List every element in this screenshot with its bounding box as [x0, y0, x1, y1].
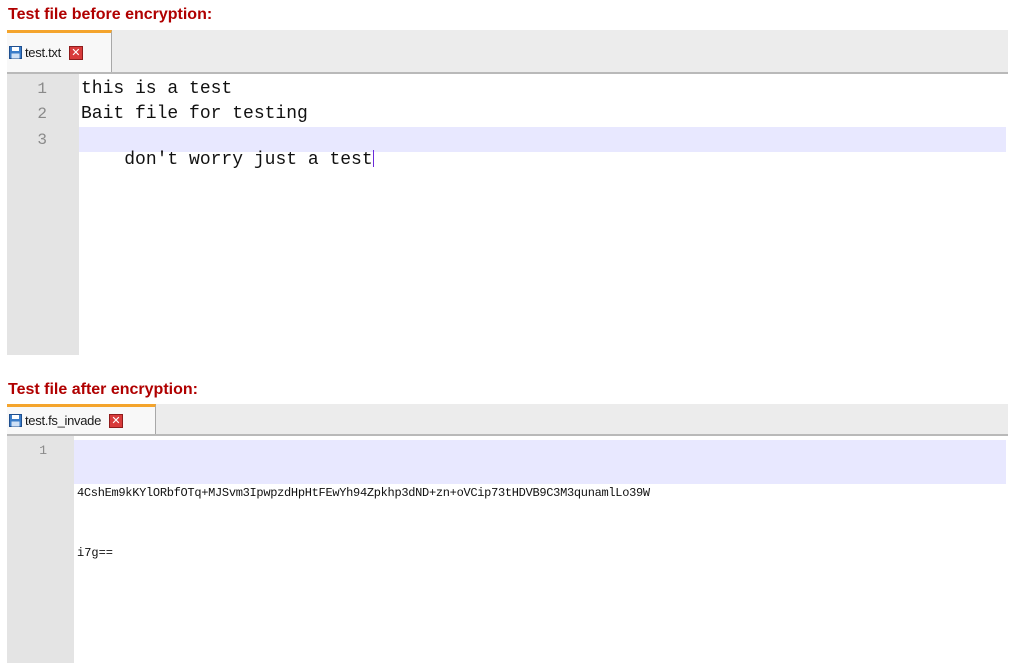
line-number-gutter: 1 2 3 — [7, 74, 79, 355]
tab-test-txt[interactable]: test.txt ✕ — [7, 30, 112, 72]
current-line-highlight[interactable]: 4CshEm9kKYlORbfOTq+MJSvm3IpwpzdHpHtFEwYh… — [74, 440, 1006, 560]
tab-test-fs-invade[interactable]: test.fs_invade ✕ — [7, 404, 156, 434]
text-caret — [372, 150, 374, 167]
text-line: 4CshEm9kKYlORbfOTq+MJSvm3IpwpzdHpHtFEwYh… — [77, 486, 650, 500]
save-disk-icon — [9, 414, 22, 427]
close-x-icon[interactable]: ✕ — [109, 413, 124, 428]
close-x-icon[interactable]: ✕ — [68, 45, 83, 60]
editor-after[interactable]: 1 4CshEm9kKYlORbfOTq+MJSvm3IpwpzdHpHtFEw… — [7, 436, 1008, 663]
caption-after-encryption: Test file after encryption: — [8, 381, 198, 398]
caption-before-encryption: Test file before encryption: — [8, 6, 213, 23]
line-number: 1 — [37, 80, 47, 98]
line-number: 1 — [39, 443, 47, 458]
line-number: 2 — [37, 105, 47, 123]
text-line: don't worry just a test — [124, 150, 373, 170]
tab-label: test.txt — [25, 45, 61, 60]
text-line[interactable]: this is a test — [81, 79, 1006, 99]
tab-bar-after: test.fs_invade ✕ — [7, 404, 1008, 436]
line-number-gutter: 1 — [7, 436, 74, 663]
tab-label: test.fs_invade — [25, 413, 102, 428]
editor-before[interactable]: 1 2 3 this is a test Bait file for testi… — [7, 74, 1008, 355]
current-line-highlight[interactable]: don't worry just a test — [79, 127, 1006, 170]
save-disk-icon — [9, 46, 22, 59]
text-line[interactable]: Bait file for testing — [81, 104, 1006, 124]
text-line-wrapped: i7g== — [77, 546, 114, 560]
tab-bar-before: test.txt ✕ — [7, 30, 1008, 74]
line-number: 3 — [37, 131, 47, 149]
